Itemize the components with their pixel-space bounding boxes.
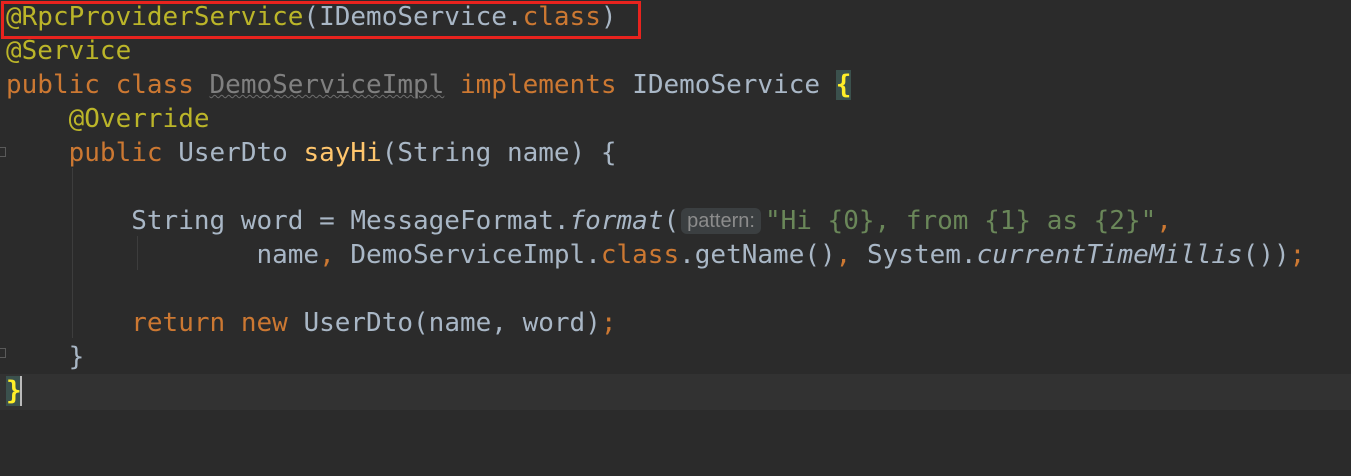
code-line[interactable]: public class DemoServiceImpl implements … xyxy=(0,68,1351,102)
text-caret xyxy=(20,376,22,406)
type-token: UserDto xyxy=(178,138,288,168)
keyword-token: class xyxy=(522,2,601,32)
code-line[interactable]: @Override xyxy=(0,102,1351,136)
comma-token: , xyxy=(319,240,335,270)
class-ref-token: System. xyxy=(851,240,977,270)
argument-token: name xyxy=(256,240,320,270)
keyword-token: return xyxy=(131,308,226,338)
parameter-hint: pattern: xyxy=(681,208,761,234)
params-token: (String name) { xyxy=(381,138,617,168)
interface-name-token: IDemoService xyxy=(632,70,821,100)
comma-token: , xyxy=(1156,206,1172,236)
paren-token: ) xyxy=(600,2,617,32)
paren-token: ( xyxy=(303,2,320,32)
code-line[interactable] xyxy=(0,170,1351,204)
keyword-token: new xyxy=(240,308,288,338)
keyword-token: public xyxy=(68,138,163,168)
code-line[interactable]: name, DemoServiceImpl.class.getName(), S… xyxy=(0,238,1351,272)
paren-token: ()) xyxy=(1242,240,1290,270)
matched-brace: { xyxy=(835,70,852,100)
method-name-token: sayHi xyxy=(303,138,382,168)
declaration-token: String word = MessageFormat. xyxy=(131,206,570,236)
class-name-token: DemoServiceImpl xyxy=(209,70,445,100)
code-line[interactable] xyxy=(0,272,1351,306)
string-literal-token: "Hi {0}, from {1} as {2}" xyxy=(764,206,1157,236)
code-line-current[interactable]: } xyxy=(0,374,1351,410)
semicolon-token: ; xyxy=(600,308,617,338)
keyword-token: class xyxy=(115,70,194,100)
keyword-token: class xyxy=(600,240,680,270)
brace-token: } xyxy=(68,342,85,372)
code-editor[interactable]: @RpcProviderService(IDemoService.class) … xyxy=(0,0,1351,410)
annotation-token: @Override xyxy=(68,104,210,134)
keyword-token: public xyxy=(6,70,100,100)
class-ref-token: DemoServiceImpl. xyxy=(334,240,601,270)
annotation-token: @RpcProviderService xyxy=(6,2,304,32)
static-method-token: currentTimeMillis xyxy=(976,240,1243,270)
method-call-token: .getName() xyxy=(679,240,836,270)
constructor-call-token: UserDto(name, word) xyxy=(303,308,601,338)
code-line[interactable]: @Service xyxy=(0,34,1351,68)
comma-token: , xyxy=(835,240,852,270)
keyword-token: implements xyxy=(459,70,617,100)
argument-token: IDemoService. xyxy=(319,2,523,32)
paren-token: ( xyxy=(663,206,680,236)
code-line[interactable]: return new UserDto(name, word); xyxy=(0,306,1351,340)
code-line[interactable]: @RpcProviderService(IDemoService.class) xyxy=(0,0,1351,34)
semicolon-token: ; xyxy=(1289,240,1306,270)
static-method-token: format xyxy=(569,206,664,236)
annotation-token: @Service xyxy=(6,36,132,66)
code-line[interactable]: public UserDto sayHi(String name) { xyxy=(0,136,1351,170)
code-line[interactable]: } xyxy=(0,340,1351,374)
code-line[interactable]: String word = MessageFormat.format(patte… xyxy=(0,204,1351,238)
